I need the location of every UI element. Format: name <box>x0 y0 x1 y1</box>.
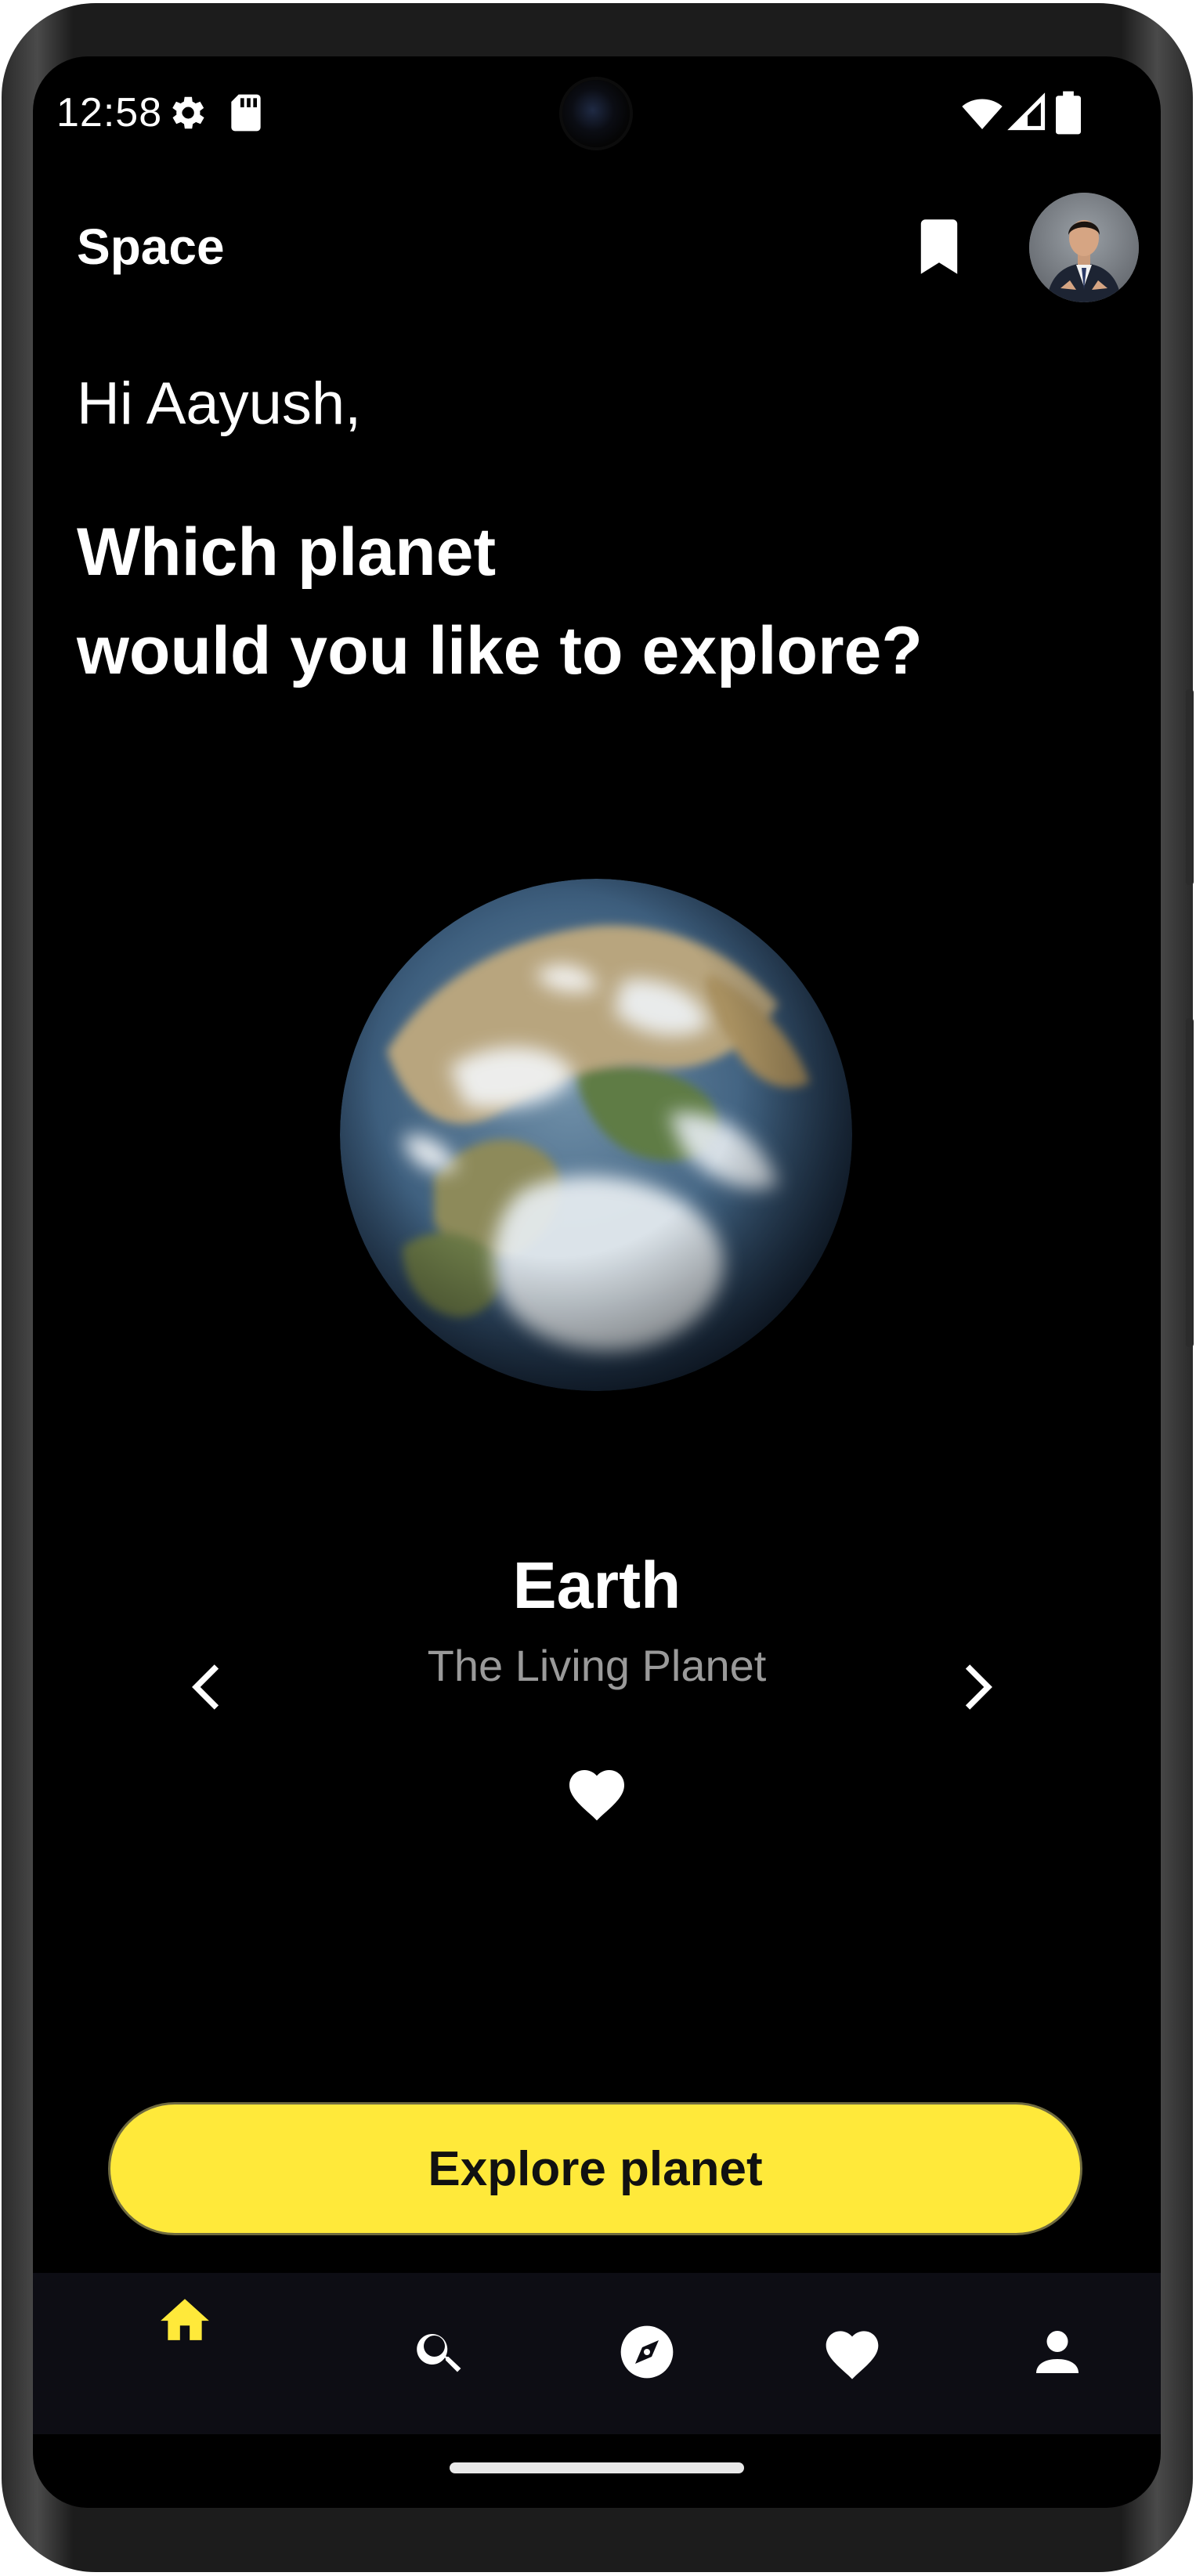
planet-name: Earth <box>512 1548 681 1622</box>
volume-button <box>1186 1018 1194 1347</box>
bottom-navigation <box>33 2273 1161 2434</box>
status-time: 12:58 <box>56 90 163 135</box>
wifi-icon <box>960 91 1004 139</box>
heart-icon[interactable] <box>564 1761 630 1827</box>
nav-item-home[interactable] <box>107 2273 263 2434</box>
chevron-left-icon[interactable] <box>180 1656 235 1722</box>
power-button <box>1186 689 1194 885</box>
compass-icon <box>616 2321 678 2387</box>
app-title: Space <box>77 219 225 275</box>
search-icon <box>412 2324 468 2384</box>
front-camera <box>562 80 630 147</box>
home-indicator[interactable] <box>450 2462 744 2473</box>
heart-icon <box>821 2323 883 2385</box>
sd-card-icon <box>227 91 265 139</box>
avatar[interactable] <box>1029 193 1139 302</box>
question-line-2: would you like to explore? <box>77 613 923 688</box>
person-icon <box>1029 2324 1086 2384</box>
chevron-right-icon[interactable] <box>949 1656 1004 1722</box>
device: 12:58 Space Hi Aayush, Which planet woul… <box>0 0 1196 2576</box>
status-bar: 12:58 <box>33 56 1161 174</box>
explore-planet-button[interactable]: Explore planet <box>108 2102 1082 2235</box>
planet-image <box>340 879 852 1391</box>
nav-item-profile[interactable] <box>979 2273 1136 2434</box>
nav-item-explore[interactable] <box>569 2273 725 2434</box>
gear-icon <box>164 91 208 139</box>
greeting-text: Hi Aayush, <box>77 370 362 437</box>
question-line-1: Which planet <box>77 515 497 590</box>
bookmark-icon[interactable] <box>916 219 962 278</box>
signal-icon <box>1007 91 1048 139</box>
nav-item-search[interactable] <box>362 2273 519 2434</box>
battery-icon <box>1056 91 1081 139</box>
home-icon <box>155 2292 215 2349</box>
page-question: Which planet would you like to explore? <box>77 503 923 700</box>
nav-item-favorites[interactable] <box>774 2273 930 2434</box>
screen: 12:58 Space Hi Aayush, Which planet woul… <box>33 56 1161 2508</box>
